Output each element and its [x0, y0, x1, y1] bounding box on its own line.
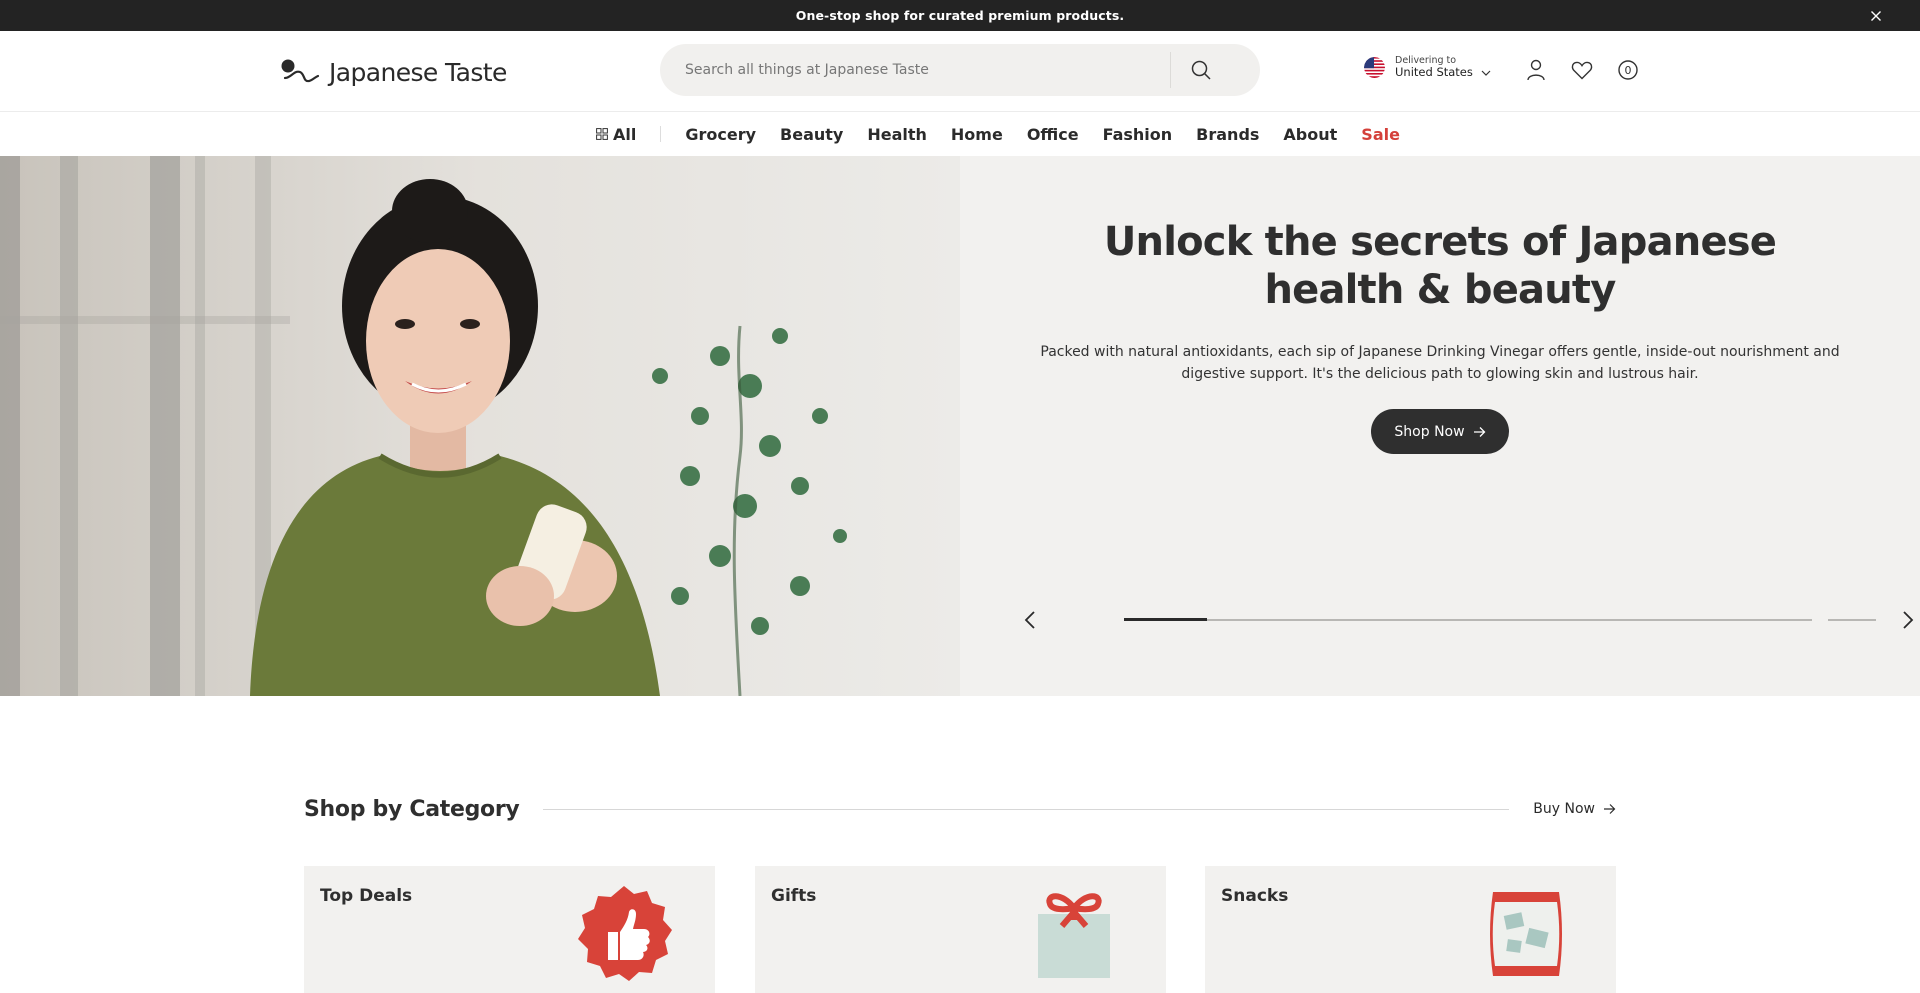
- category-cards: Top Deals Gifts Snacks: [304, 866, 1616, 993]
- logo-mark-icon: [281, 59, 320, 83]
- cart-count-badge-icon: 0: [1618, 60, 1638, 80]
- nav-item-grocery[interactable]: Grocery: [685, 125, 756, 144]
- category-card-snacks[interactable]: Snacks: [1205, 866, 1616, 993]
- brand-logo[interactable]: Japanese Taste: [279, 52, 507, 92]
- search-input[interactable]: [660, 44, 1170, 96]
- nav-item-home[interactable]: Home: [951, 125, 1003, 144]
- us-flag-icon: [1364, 57, 1385, 79]
- woman-drinking-illustration: [0, 156, 960, 696]
- carousel-next-slide-indicator[interactable]: [1828, 619, 1876, 621]
- hero-content: Unlock the secrets of Japanese health & …: [960, 156, 1920, 696]
- arrow-right-icon: [1604, 804, 1616, 814]
- chevron-down-icon: [1481, 70, 1491, 76]
- snack-bag-icon: [1490, 892, 1562, 976]
- gift-box-icon: [1038, 893, 1110, 978]
- cart-button[interactable]: 0: [1616, 58, 1640, 82]
- hero-image: [0, 156, 960, 696]
- category-heading: Shop by Category: [304, 796, 520, 822]
- announcement-bar: One-stop shop for curated premium produc…: [0, 0, 1920, 31]
- grid-icon: [596, 128, 608, 140]
- thumbs-up-badge-icon: [578, 886, 672, 981]
- buy-now-label: Buy Now: [1533, 801, 1595, 817]
- category-card-title: Snacks: [1221, 886, 1289, 906]
- announcement-text: One-stop shop for curated premium produc…: [795, 8, 1125, 23]
- carousel-prev-icon[interactable]: [1020, 609, 1042, 631]
- delivery-country: United States: [1395, 66, 1491, 79]
- category-divider: [543, 808, 1510, 810]
- shop-now-label: Shop Now: [1394, 423, 1465, 440]
- nav-all[interactable]: All: [596, 125, 636, 144]
- buy-now-link[interactable]: Buy Now: [1533, 801, 1616, 817]
- wishlist-heart-icon[interactable]: [1570, 58, 1594, 82]
- hero-description: Packed with natural antioxidants, each s…: [1040, 344, 1840, 382]
- hero-carousel-controls: [1020, 609, 1914, 631]
- nav-item-fashion[interactable]: Fashion: [1103, 125, 1173, 144]
- brand-name: Japanese Taste: [329, 57, 507, 87]
- category-card-title: Top Deals: [320, 886, 413, 906]
- nav-separator: [660, 126, 662, 142]
- hero-banner: Unlock the secrets of Japanese health & …: [0, 156, 1920, 696]
- category-section-header: Shop by Category Buy Now: [304, 792, 1616, 826]
- nav-item-health[interactable]: Health: [867, 125, 927, 144]
- category-card-title: Gifts: [771, 886, 817, 906]
- cart-count: 0: [1625, 64, 1632, 77]
- nav-item-about[interactable]: About: [1283, 125, 1337, 144]
- shop-now-button[interactable]: Shop Now: [1371, 409, 1509, 454]
- category-card-gifts[interactable]: Gifts: [755, 866, 1166, 993]
- main-nav: All Grocery Beauty Health Home Office Fa…: [0, 112, 1920, 156]
- arrow-right-icon: [1473, 426, 1485, 437]
- search-icon: [1191, 60, 1211, 80]
- nav-item-office[interactable]: Office: [1027, 125, 1079, 144]
- account-icon[interactable]: [1524, 58, 1548, 82]
- nav-item-beauty[interactable]: Beauty: [780, 125, 843, 144]
- carousel-progress-fill: [1124, 618, 1207, 621]
- search-bar: [660, 44, 1260, 96]
- site-header: Japanese Taste Search all things at Japa…: [0, 31, 1920, 112]
- delivery-selector[interactable]: Delivering to United States: [1364, 55, 1491, 79]
- carousel-progress-track[interactable]: [1124, 618, 1812, 621]
- hero-title: Unlock the secrets of Japanese health & …: [1103, 219, 1777, 313]
- nav-all-label: All: [613, 124, 637, 144]
- close-icon[interactable]: [1868, 8, 1884, 24]
- search-button[interactable]: [1171, 44, 1231, 96]
- nav-item-sale[interactable]: Sale: [1361, 125, 1400, 144]
- delivery-country-text: United States: [1395, 65, 1473, 80]
- nav-item-brands[interactable]: Brands: [1196, 125, 1259, 144]
- carousel-next-icon[interactable]: [1896, 609, 1918, 631]
- category-card-top-deals[interactable]: Top Deals: [304, 866, 715, 993]
